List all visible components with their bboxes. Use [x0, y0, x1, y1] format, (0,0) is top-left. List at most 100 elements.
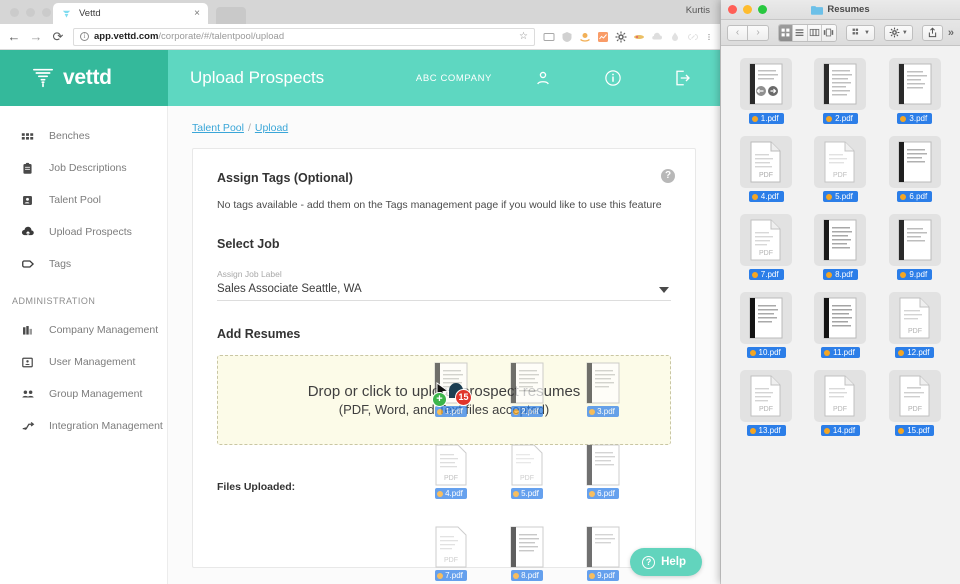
pdf-generic-icon: PDF — [824, 141, 855, 183]
star-icon[interactable]: ☆ — [519, 31, 528, 42]
finder-maximize-button[interactable] — [758, 5, 767, 14]
file-dropzone[interactable]: Drop or click to upload prospect resumes… — [217, 355, 671, 445]
breadcrumb-upload[interactable]: Upload — [255, 122, 288, 134]
sidebar-item-integration-management[interactable]: Integration Management — [0, 410, 167, 442]
person-icon[interactable] — [534, 69, 552, 87]
action-button[interactable]: ▼ — [883, 24, 913, 41]
arrange-button[interactable]: ▼ — [845, 24, 875, 41]
chart-icon[interactable] — [597, 31, 609, 43]
file-thumbnail[interactable] — [888, 136, 941, 188]
job-select-field[interactable]: Assign Job Label Sales Associate Seattle… — [217, 269, 671, 301]
finder-file-item[interactable]: PDF 14.pdf — [803, 370, 877, 436]
finder-file-item[interactable]: 1.pdf — [729, 58, 803, 124]
file-thumbnail[interactable]: PDF — [740, 214, 793, 266]
sidebar-item-label: Upload Prospects — [49, 226, 132, 238]
help-button[interactable]: ? Help — [630, 548, 702, 576]
sidebar-item-group-management[interactable]: Group Management — [0, 378, 167, 410]
logout-icon[interactable] — [674, 69, 692, 87]
finder-minimize-button[interactable] — [743, 5, 752, 14]
file-thumbnail[interactable] — [740, 58, 793, 110]
gallery-view-icon[interactable] — [821, 24, 836, 41]
finder-forward-button[interactable]: › — [748, 24, 769, 41]
info-icon[interactable] — [604, 69, 622, 87]
finder-file-item[interactable]: 3.pdf — [878, 58, 952, 124]
cloud-upload-icon[interactable] — [651, 31, 663, 43]
file-thumbnail[interactable]: PDF — [740, 136, 793, 188]
shield-icon[interactable] — [561, 31, 573, 43]
sidebar-item-job-descriptions[interactable]: Job Descriptions — [0, 152, 167, 184]
finder-file-item[interactable]: PDF 15.pdf — [878, 370, 952, 436]
finder-file-item[interactable]: PDF 7.pdf — [729, 214, 803, 280]
sidebar-item-tags[interactable]: Tags — [0, 248, 167, 280]
file-label: 14.pdf — [820, 425, 861, 436]
file-thumbnail[interactable]: PDF — [888, 370, 941, 422]
file-thumbnail[interactable] — [888, 58, 941, 110]
svg-text:PDF: PDF — [833, 406, 847, 413]
app-logo[interactable]: vettd — [0, 50, 168, 106]
site-info-icon[interactable]: i — [80, 32, 89, 41]
file-thumbnail[interactable]: PDF — [814, 370, 867, 422]
finder-file-item[interactable]: 6.pdf — [878, 136, 952, 202]
help-question-icon[interactable]: ? — [661, 169, 675, 183]
sidebar-item-label: Company Management — [49, 324, 159, 336]
file-label: 11.pdf — [821, 347, 860, 358]
close-tab-button[interactable]: × — [194, 8, 200, 19]
amazon-icon[interactable] — [579, 31, 591, 43]
finder-file-item[interactable]: PDF 12.pdf — [878, 292, 952, 358]
help-button-label: Help — [661, 556, 686, 568]
reload-button[interactable]: ⟳ — [51, 29, 65, 44]
cast-icon[interactable] — [543, 31, 555, 43]
sidebar-item-talent-pool[interactable]: Talent Pool — [0, 184, 167, 216]
drop-icon[interactable] — [669, 31, 681, 43]
browser-profile-name[interactable]: Kurtis — [686, 5, 710, 16]
finder-file-item[interactable]: PDF 5.pdf — [803, 136, 877, 202]
finder-file-item[interactable]: PDF 4.pdf — [729, 136, 803, 202]
finder-file-item[interactable]: 10.pdf — [729, 292, 803, 358]
icon-view-icon[interactable] — [779, 24, 794, 41]
file-thumbnail[interactable] — [814, 58, 867, 110]
close-window-button[interactable] — [10, 8, 19, 17]
back-button[interactable]: ← — [7, 29, 21, 44]
column-view-icon[interactable] — [807, 24, 822, 41]
finder-file-item[interactable]: PDF 13.pdf — [729, 370, 803, 436]
breadcrumb-talent-pool[interactable]: Talent Pool — [192, 122, 244, 134]
finder-traffic-lights[interactable] — [728, 5, 767, 14]
finder-close-button[interactable] — [728, 5, 737, 14]
browser-traffic-lights[interactable] — [10, 8, 51, 17]
sidebar: Benches Job Descriptions Talent Pool Upl… — [0, 106, 168, 584]
maximize-window-button[interactable] — [42, 8, 51, 17]
file-thumbnail[interactable] — [740, 292, 793, 344]
forward-button[interactable]: → — [29, 29, 43, 44]
link-icon[interactable] — [687, 31, 699, 43]
share-button[interactable] — [921, 24, 943, 41]
kebab-menu-icon[interactable] — [705, 31, 713, 43]
pdf-scan-icon — [749, 63, 783, 105]
chevron-down-icon[interactable] — [659, 287, 669, 293]
sidebar-item-user-management[interactable]: User Management — [0, 346, 167, 378]
file-thumbnail[interactable] — [814, 292, 867, 344]
list-view-icon[interactable] — [793, 24, 808, 41]
file-label: 7.pdf — [748, 269, 784, 280]
finder-back-button[interactable]: ‹ — [727, 24, 748, 41]
minimize-window-button[interactable] — [26, 8, 35, 17]
address-bar[interactable]: i app.vettd.com/corporate/#/talentpool/u… — [73, 27, 535, 46]
toolbar-overflow-button[interactable]: » — [948, 27, 954, 39]
file-thumbnail[interactable]: PDF — [888, 292, 941, 344]
gear-icon[interactable] — [615, 31, 627, 43]
file-thumbnail[interactable] — [814, 214, 867, 266]
finder-file-item[interactable]: 9.pdf — [878, 214, 952, 280]
file-thumbnail[interactable] — [888, 214, 941, 266]
ebay-icon[interactable] — [633, 31, 645, 43]
finder-file-item[interactable]: 8.pdf — [803, 214, 877, 280]
finder-file-item[interactable]: 11.pdf — [803, 292, 877, 358]
sidebar-item-upload-prospects[interactable]: Upload Prospects — [0, 216, 167, 248]
finder-file-item[interactable]: 2.pdf — [803, 58, 877, 124]
sidebar-item-company-management[interactable]: Company Management — [0, 314, 167, 346]
file-thumbnail[interactable]: PDF — [740, 370, 793, 422]
sidebar-item-label: Talent Pool — [49, 194, 101, 206]
screen: Vettd × Kurtis ← → ⟳ i app.vettd.com/cor… — [0, 0, 960, 584]
sidebar-item-benches[interactable]: Benches — [0, 120, 167, 152]
file-thumbnail[interactable]: PDF — [814, 136, 867, 188]
new-tab-button[interactable] — [216, 7, 246, 24]
browser-tab[interactable]: Vettd × — [53, 3, 208, 24]
